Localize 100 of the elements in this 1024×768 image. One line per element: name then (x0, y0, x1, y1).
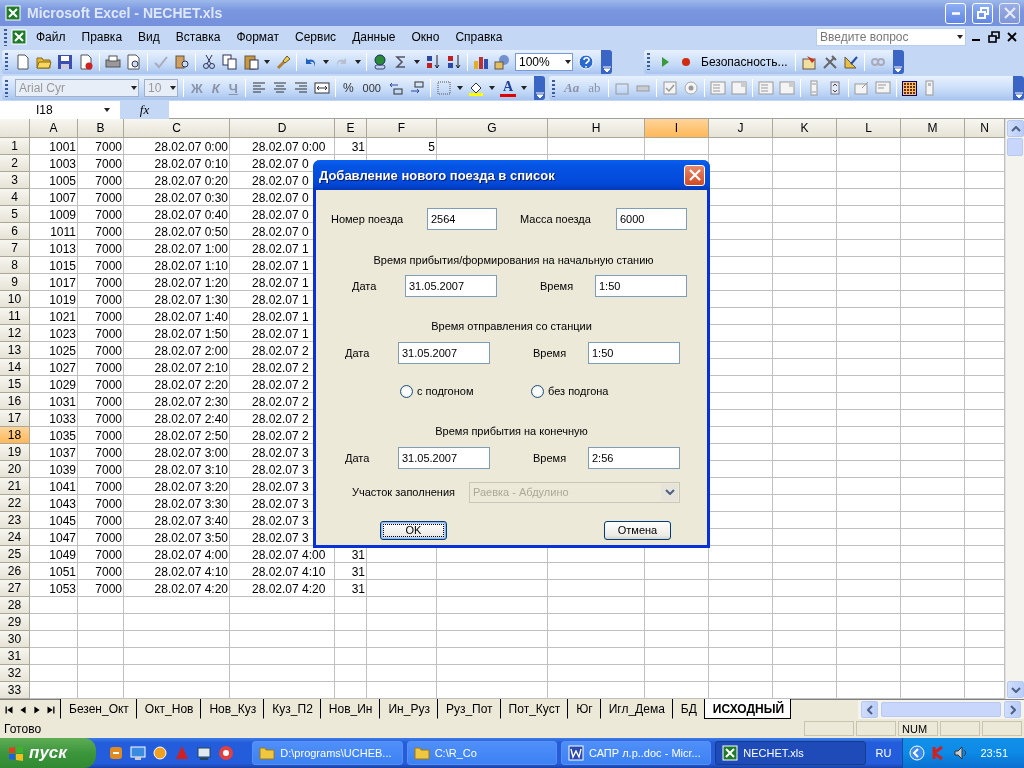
row-header[interactable]: 27 (0, 580, 30, 597)
sheet-tab[interactable]: Игл_Дема (599, 699, 672, 719)
row-header[interactable]: 15 (0, 376, 30, 393)
radio-button[interactable] (400, 384, 413, 398)
menu-item[interactable]: Данные (345, 28, 403, 46)
column-header[interactable]: F (367, 119, 437, 138)
paste-icon[interactable] (243, 53, 259, 70)
column-header[interactable]: D (230, 119, 335, 138)
dropdown-arrow-icon[interactable] (521, 86, 528, 90)
row-header[interactable]: 7 (0, 240, 30, 257)
menu-item[interactable]: Окно (404, 28, 447, 46)
toolbar-options-button[interactable] (601, 49, 612, 74)
sheet-tab[interactable]: ИСХОДНЫЙ (703, 699, 792, 719)
date-field[interactable]: 31.05.2007 (405, 275, 497, 297)
row-header[interactable]: 14 (0, 359, 30, 376)
column-header[interactable]: E (335, 119, 367, 138)
radio-option[interactable]: с подгоном (400, 384, 531, 398)
scroll-up-button[interactable] (1007, 120, 1024, 137)
format-painter-icon[interactable] (275, 53, 291, 70)
scroll-thumb[interactable] (1007, 138, 1023, 156)
scroll-left-button[interactable] (861, 701, 878, 718)
font-color-button[interactable]: A (499, 79, 517, 97)
train-number-field[interactable]: 2564 (427, 208, 497, 230)
row-header[interactable]: 23 (0, 512, 30, 529)
sort-descending-icon[interactable] (446, 53, 462, 70)
cut-icon[interactable] (201, 53, 217, 70)
menu-item[interactable]: Вставка (168, 28, 228, 46)
sheet-tab[interactable]: БД (671, 699, 704, 719)
toolbar-options-button[interactable] (1013, 76, 1024, 100)
row-header[interactable]: 20 (0, 461, 30, 478)
row-header[interactable]: 2 (0, 155, 30, 172)
row-header[interactable]: 3 (0, 172, 30, 189)
row-header[interactable]: 29 (0, 614, 30, 631)
visual-basic-icon[interactable] (800, 53, 817, 70)
row-header[interactable]: 8 (0, 257, 30, 274)
row-header[interactable]: 26 (0, 563, 30, 580)
print-preview-icon[interactable] (126, 53, 142, 70)
save-icon[interactable] (57, 53, 73, 70)
quick-launch-icon[interactable] (107, 745, 124, 761)
radio-label[interactable]: без подгона (548, 385, 609, 397)
row-header[interactable]: 17 (0, 410, 30, 427)
copy-icon[interactable] (222, 53, 238, 70)
restore-button[interactable] (972, 2, 993, 24)
row-header[interactable]: 4 (0, 189, 30, 206)
date-field[interactable]: 31.05.2007 (398, 447, 490, 469)
dialog-button[interactable]: OK (380, 520, 447, 540)
column-header[interactable]: J (709, 119, 773, 138)
tools-icon[interactable] (821, 53, 838, 70)
scroll-right-button[interactable] (1004, 701, 1021, 718)
minimize-button[interactable] (945, 2, 966, 24)
sheet-tab[interactable]: Ин_Руз (379, 699, 437, 719)
row-header[interactable]: 18 (0, 427, 30, 444)
name-box[interactable]: I18 (0, 101, 120, 119)
speaker-icon[interactable] (952, 745, 969, 761)
toolbar-options-button[interactable] (534, 76, 546, 100)
insert-function-button[interactable]: fx (120, 102, 169, 118)
sort-ascending-icon[interactable] (425, 53, 441, 70)
column-header[interactable]: G (437, 119, 548, 138)
align-center-icon[interactable] (271, 80, 288, 96)
time-field[interactable]: 1:50 (595, 275, 687, 297)
row-header[interactable]: 19 (0, 444, 30, 461)
row-header[interactable]: 31 (0, 648, 30, 665)
radio-icon[interactable] (682, 80, 699, 96)
menu-item[interactable]: Формат (229, 28, 287, 46)
row-header[interactable]: 6 (0, 223, 30, 240)
radio-button[interactable] (531, 384, 544, 398)
merge-center-icon[interactable] (313, 80, 330, 96)
column-header[interactable]: A (30, 119, 78, 138)
radio-option[interactable]: без подгона (531, 384, 662, 398)
row-header[interactable]: 25 (0, 546, 30, 563)
desktop-icon[interactable] (129, 745, 146, 761)
sheet-tab[interactable]: Руз_Пот (436, 699, 500, 719)
row-header[interactable]: 24 (0, 529, 30, 546)
doc-restore-icon[interactable] (986, 29, 1002, 45)
dropdown-arrow-icon[interactable] (355, 59, 361, 64)
menu-item[interactable]: Справка (448, 28, 510, 46)
thousands-button[interactable]: 000 (360, 82, 383, 94)
research-icon[interactable] (174, 53, 190, 70)
checkbox-icon[interactable] (661, 80, 678, 96)
menu-item[interactable]: Сервис (288, 28, 344, 46)
row-header[interactable]: 11 (0, 308, 30, 325)
new-document-icon[interactable] (15, 53, 31, 70)
sheet-tab[interactable]: Куз_П2 (263, 699, 320, 719)
sheet-tab[interactable]: Безен_Окт (60, 699, 136, 719)
column-header[interactable]: L (837, 119, 901, 138)
help-search-field[interactable]: Введите вопрос (816, 28, 966, 46)
menu-item[interactable]: Правка (74, 28, 130, 46)
row-header[interactable]: 16 (0, 393, 30, 410)
row-header[interactable]: 30 (0, 631, 30, 648)
menu-item[interactable]: Вид (131, 28, 167, 46)
toolbar-options-button[interactable] (892, 49, 904, 74)
taskbar-button[interactable]: NECHET.xls (715, 741, 866, 765)
row-header[interactable]: 12 (0, 325, 30, 342)
help-icon[interactable] (578, 53, 594, 70)
network-icon[interactable] (195, 745, 212, 761)
sheet-tab[interactable]: Юг (567, 699, 600, 719)
decrease-decimal-icon[interactable] (408, 80, 425, 96)
time-field[interactable]: 2:56 (588, 447, 680, 469)
sheet-tab[interactable]: Пот_Куст (499, 699, 568, 719)
column-header[interactable]: K (773, 119, 837, 138)
